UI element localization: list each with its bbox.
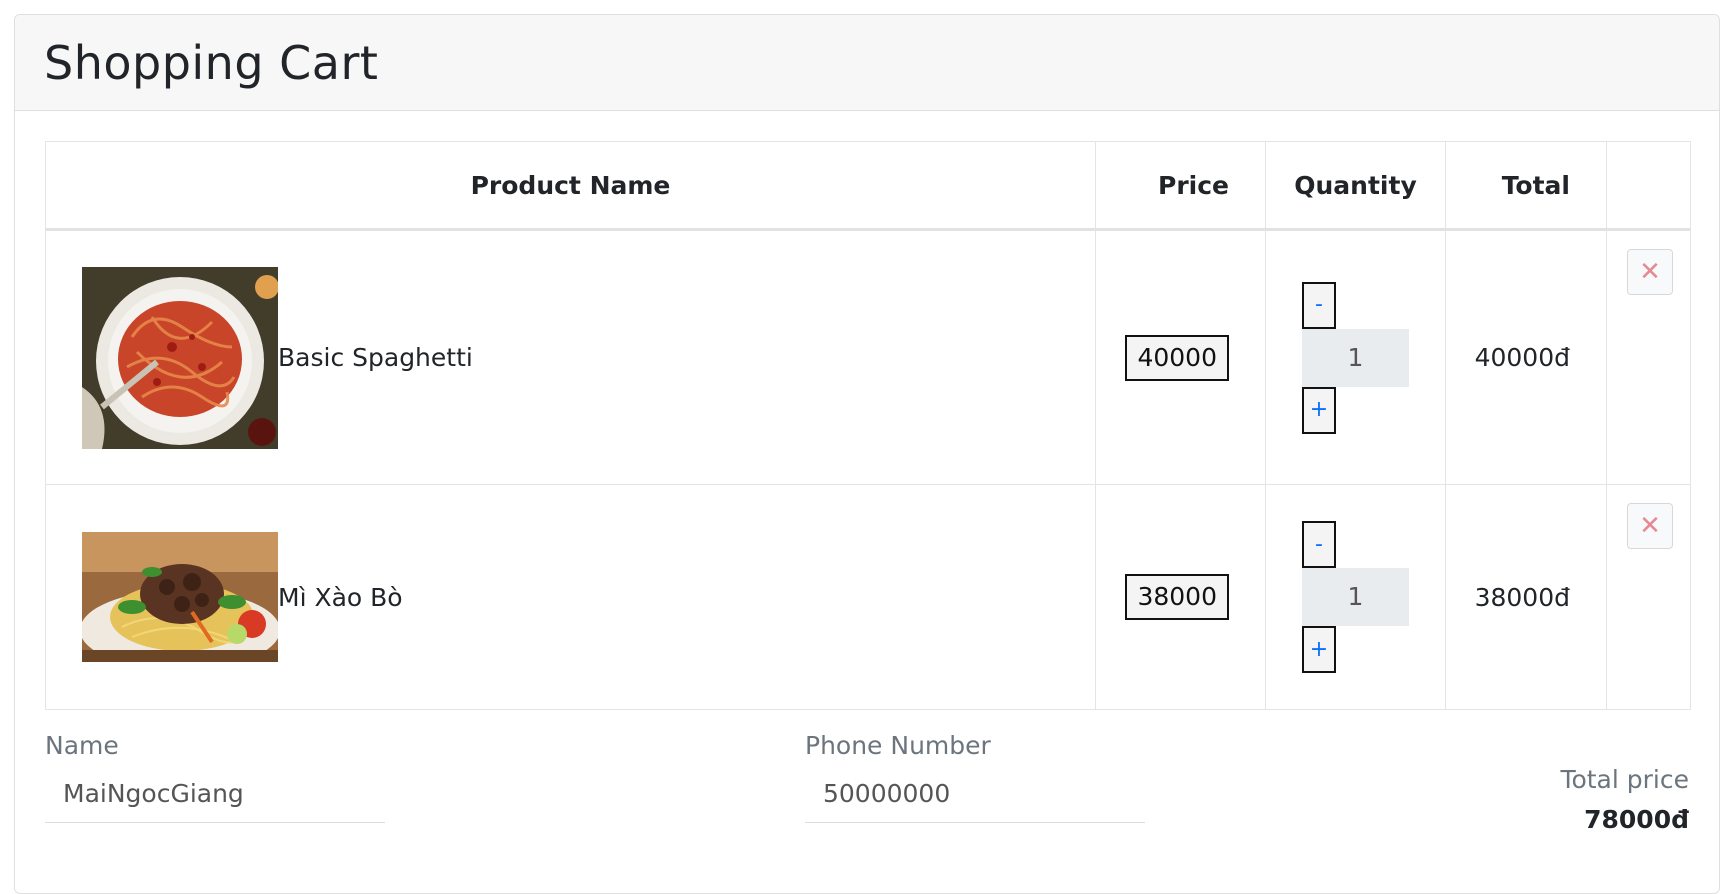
price-value: 38000 <box>1125 574 1229 620</box>
quantity-stepper: - 1 + <box>1266 281 1445 434</box>
quantity-stepper: - 1 + <box>1266 521 1445 673</box>
actions-cell: ✕ <box>1606 484 1691 710</box>
quantity-input[interactable]: 1 <box>1302 568 1409 626</box>
column-header-quantity: Quantity <box>1265 141 1446 231</box>
quantity-cell: - 1 + <box>1265 484 1446 710</box>
product-name: Mì Xào Bò <box>278 582 403 612</box>
line-total: 38000đ <box>1445 484 1607 710</box>
column-header-actions <box>1606 141 1691 231</box>
name-label: Name <box>45 731 119 760</box>
decrease-quantity-button[interactable]: - <box>1302 281 1336 329</box>
shopping-cart-card: Shopping Cart Product Name Price Quantit… <box>14 14 1720 894</box>
column-header-product-name: Product Name <box>45 141 1096 231</box>
product-name: Basic Spaghetti <box>278 343 473 372</box>
column-header-price: Price <box>1095 141 1266 231</box>
card-header: Shopping Cart <box>15 15 1719 111</box>
table-header-row: Product Name Price Quantity Total <box>45 141 1691 231</box>
name-field[interactable]: MaiNgocGiang <box>45 765 385 823</box>
price-value: 40000 <box>1125 334 1229 381</box>
cart-table: Product Name Price Quantity Total Basic … <box>45 141 1691 710</box>
product-cell: Mì Xào Bò <box>45 484 1096 710</box>
price-cell: 38000 <box>1095 484 1266 710</box>
spaghetti-photo <box>82 266 278 449</box>
actions-cell: ✕ <box>1606 229 1691 485</box>
phone-number-label: Phone Number <box>805 731 991 760</box>
remove-item-button[interactable]: ✕ <box>1627 249 1673 295</box>
close-icon: ✕ <box>1639 511 1661 541</box>
quantity-input[interactable]: 1 <box>1302 328 1409 387</box>
line-total: 40000đ <box>1445 229 1607 485</box>
page-title: Shopping Cart <box>44 36 379 90</box>
total-price-label: Total price <box>1560 765 1689 794</box>
price-cell: 40000 <box>1095 229 1266 485</box>
stir-fried-noodles-beef-photo <box>82 532 278 662</box>
product-cell: Basic Spaghetti <box>45 229 1096 485</box>
decrease-quantity-button[interactable]: - <box>1302 521 1336 568</box>
table-row: Basic Spaghetti 40000 - 1 + 40000đ ✕ <box>45 229 1691 485</box>
phone-number-field[interactable]: 50000000 <box>805 765 1145 823</box>
increase-quantity-button[interactable]: + <box>1302 386 1336 434</box>
table-row: Mì Xào Bò 38000 - 1 + 38000đ ✕ <box>45 484 1691 710</box>
close-icon: ✕ <box>1639 257 1661 287</box>
increase-quantity-button[interactable]: + <box>1302 626 1336 673</box>
column-header-total: Total <box>1445 141 1607 231</box>
total-price-value: 78000đ <box>1584 805 1689 834</box>
remove-item-button[interactable]: ✕ <box>1627 503 1673 549</box>
quantity-cell: - 1 + <box>1265 229 1446 485</box>
